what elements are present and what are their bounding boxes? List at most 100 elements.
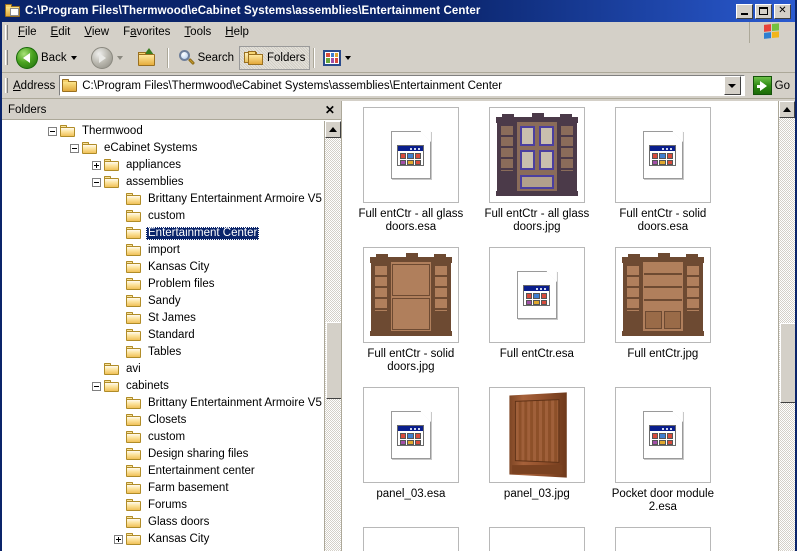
maximize-button[interactable]	[755, 3, 772, 19]
file-thumbnail[interactable]	[362, 387, 459, 483]
tree-item[interactable]: Problem files	[2, 276, 324, 293]
tree-item[interactable]: custom	[2, 208, 324, 225]
tree-scrollbar[interactable]	[323, 121, 341, 551]
tree-item[interactable]: Kansas City	[2, 259, 324, 276]
file-thumbnail[interactable]	[362, 247, 459, 343]
windows-flag-icon[interactable]	[749, 21, 795, 43]
collapse-icon[interactable]	[92, 382, 101, 391]
menu-tools[interactable]: Tools	[177, 24, 218, 40]
file-item[interactable]: panel_03.esa	[348, 387, 474, 527]
file-item[interactable]: Full entCtr - solid doors.jpg	[348, 247, 474, 387]
folders-button[interactable]: Folders	[239, 45, 311, 70]
search-button[interactable]: Search	[172, 46, 239, 70]
files-grid: Full entCtr - all glass doors.esa Full en…	[342, 101, 778, 551]
forward-button[interactable]	[86, 46, 132, 70]
menu-view[interactable]: View	[77, 24, 116, 40]
files-scroll-thumb[interactable]	[780, 323, 795, 403]
close-button[interactable]: ✕	[774, 3, 791, 19]
file-item[interactable]	[474, 527, 600, 551]
file-thumbnail[interactable]	[614, 247, 711, 343]
file-thumbnail[interactable]	[488, 387, 585, 483]
tree-item-label: custom	[148, 431, 186, 443]
close-icon[interactable]: ✕	[323, 103, 337, 117]
tree-item[interactable]: Forums	[2, 497, 324, 514]
tree-item[interactable]: Thermwood	[2, 123, 324, 140]
collapse-icon[interactable]	[70, 144, 79, 153]
file-thumbnail[interactable]	[362, 527, 459, 551]
tree-item[interactable]: St James	[2, 310, 324, 327]
menu-file[interactable]: File	[11, 24, 44, 40]
collapse-icon[interactable]	[48, 127, 57, 136]
file-item[interactable]: panel_03.jpg	[474, 387, 600, 527]
address-grip[interactable]	[5, 78, 8, 93]
folder-icon	[126, 448, 142, 461]
file-item[interactable]: Full entCtr.jpg	[600, 247, 726, 387]
toolbar-grip[interactable]	[5, 50, 8, 65]
tree-item[interactable]: Farm basement	[2, 480, 324, 497]
minimize-button[interactable]	[736, 3, 753, 19]
address-label: Address	[13, 79, 56, 92]
tree-item[interactable]: Standard	[2, 327, 324, 344]
tree-item[interactable]: Brittany Entertainment Armoire V5	[2, 395, 324, 412]
up-button[interactable]	[132, 46, 164, 70]
back-arrow-icon	[16, 46, 38, 69]
file-item[interactable]	[348, 527, 474, 551]
tree-item-label: Tables	[148, 346, 182, 358]
tree-item[interactable]: import	[2, 242, 324, 259]
file-thumbnail[interactable]	[488, 247, 585, 343]
tree-item[interactable]: Entertainment center	[2, 463, 324, 480]
folder-icon	[126, 397, 142, 410]
expand-icon[interactable]	[114, 535, 123, 544]
menu-grip[interactable]	[5, 24, 8, 40]
file-thumbnail[interactable]	[614, 107, 711, 203]
file-label: Full entCtr - solid doors.esa	[619, 208, 707, 233]
file-thumbnail[interactable]	[362, 107, 459, 203]
views-button[interactable]	[318, 46, 360, 70]
tree-item[interactable]: Sandy	[2, 293, 324, 310]
tree-item[interactable]: custom	[2, 429, 324, 446]
tree-item[interactable]: Closets	[2, 412, 324, 429]
collapse-icon[interactable]	[92, 178, 101, 187]
tree-item[interactable]: Tables	[2, 344, 324, 361]
tree-item[interactable]: Glass doors	[2, 514, 324, 531]
back-dropdown-icon[interactable]	[70, 55, 77, 60]
up-folder-icon	[137, 47, 159, 68]
chevron-down-icon[interactable]	[723, 76, 741, 95]
views-dropdown-icon[interactable]	[345, 55, 352, 60]
file-thumbnail[interactable]	[488, 527, 585, 551]
tree-item[interactable]: Design sharing files	[2, 446, 324, 463]
expand-icon[interactable]	[92, 161, 101, 170]
file-item[interactable]	[600, 527, 726, 551]
files-scroll-up-button[interactable]	[779, 101, 795, 118]
entertainment-center-glass-render	[494, 113, 580, 197]
forward-dropdown-icon[interactable]	[116, 55, 123, 60]
file-thumbnail[interactable]	[614, 527, 711, 551]
folder-icon	[126, 278, 142, 291]
file-thumbnail[interactable]	[488, 107, 585, 203]
tree-item[interactable]: assemblies	[2, 174, 324, 191]
tree-item[interactable]: appliances	[2, 157, 324, 174]
tree-item[interactable]: Kansas City	[2, 531, 324, 548]
back-button[interactable]: Back	[11, 46, 86, 70]
tree-item-label: Closets	[148, 414, 187, 426]
address-input[interactable]: C:\Program Files\Thermwood\eCabinet Syst…	[59, 75, 745, 96]
go-button[interactable]: Go	[750, 75, 793, 97]
file-item[interactable]: Full entCtr - all glass doors.esa	[348, 107, 474, 247]
file-item[interactable]: Full entCtr.esa	[474, 247, 600, 387]
tree-item[interactable]: Entertainment Center	[2, 225, 324, 242]
tree-item[interactable]: avi	[2, 361, 324, 378]
tree-scroll-up-button[interactable]	[324, 121, 341, 138]
file-thumbnail[interactable]	[614, 387, 711, 483]
menu-favorites[interactable]: Favorites	[116, 24, 177, 40]
file-item[interactable]: Pocket door module 2.esa	[600, 387, 726, 527]
file-item[interactable]: Full entCtr - solid doors.esa	[600, 107, 726, 247]
tree-item[interactable]: eCabinet Systems	[2, 140, 324, 157]
folder-icon	[126, 482, 142, 495]
tree-scroll-thumb[interactable]	[325, 322, 341, 399]
file-item[interactable]: Full entCtr - all glass doors.jpg	[474, 107, 600, 247]
menu-help[interactable]: Help	[218, 24, 256, 40]
menu-edit[interactable]: Edit	[44, 24, 78, 40]
tree-item[interactable]: cabinets	[2, 378, 324, 395]
tree-item[interactable]: Brittany Entertainment Armoire V5	[2, 191, 324, 208]
files-scrollbar[interactable]	[778, 101, 795, 551]
